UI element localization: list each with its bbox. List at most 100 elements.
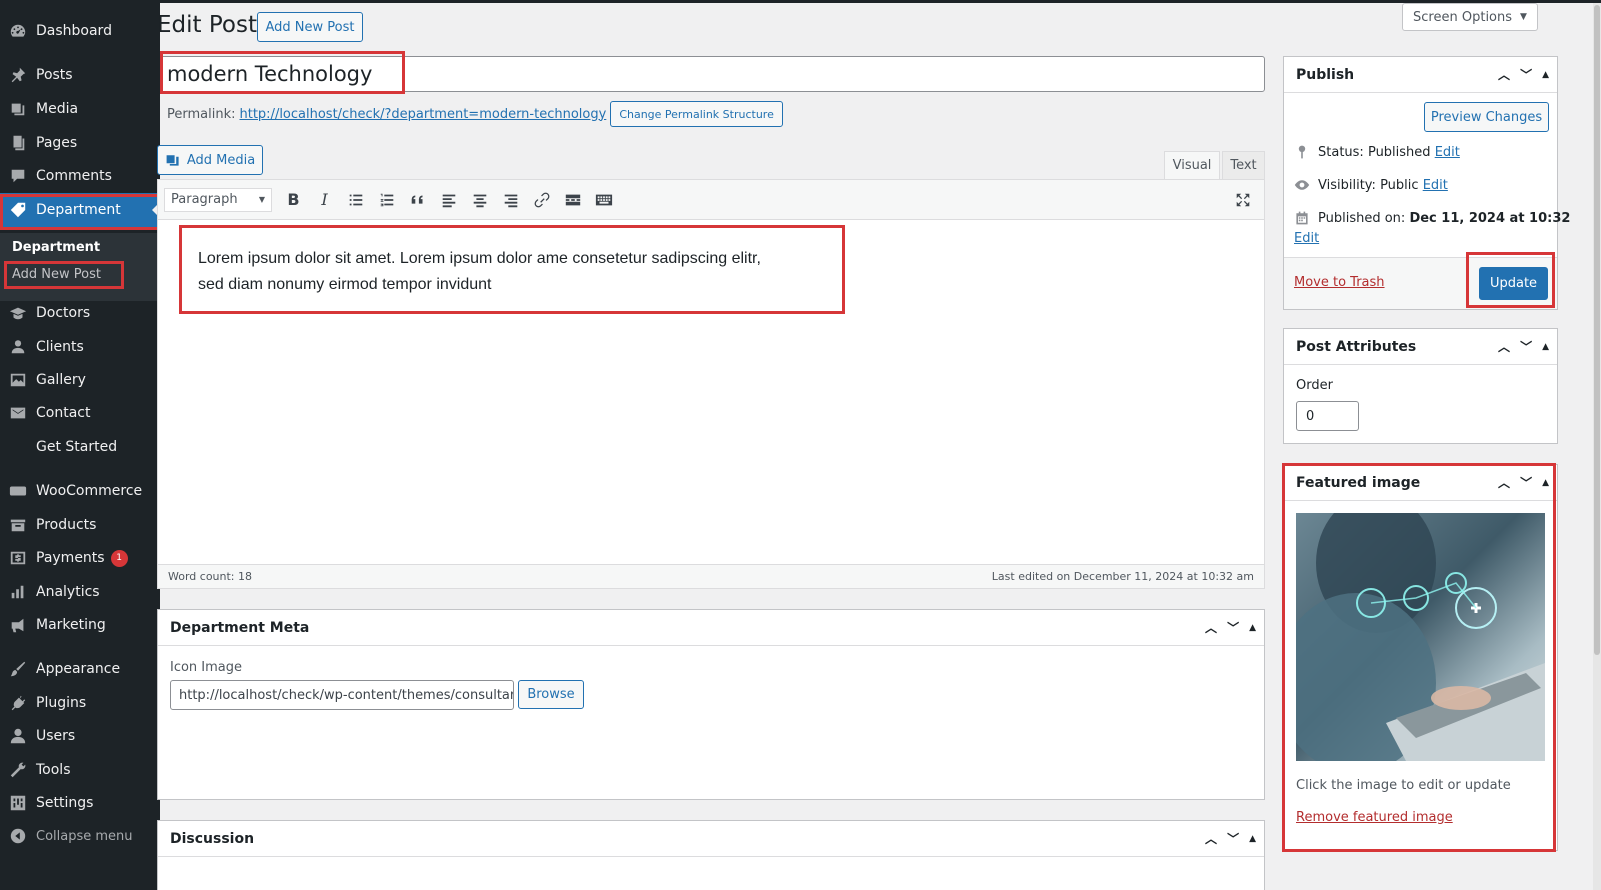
chevron-down-icon: ▼	[258, 195, 265, 204]
sidebar-item-gallery[interactable]: Gallery	[0, 363, 160, 397]
toggle-triangle-icon[interactable]: ▲	[1542, 70, 1549, 80]
align-left-icon[interactable]	[433, 186, 464, 214]
scrollbar-thumb[interactable]	[1594, 5, 1600, 655]
toggle-triangle-icon[interactable]: ▲	[1542, 342, 1549, 352]
caret-down-icon: ▼	[1520, 12, 1527, 22]
post-attributes-header[interactable]: Post Attributes ︿ ﹀ ▲	[1284, 329, 1557, 365]
plug-icon	[0, 694, 36, 712]
browse-button[interactable]: Browse	[518, 680, 584, 709]
sidebar-item-label: Marketing	[36, 617, 106, 633]
chevron-up-icon[interactable]: ︿	[1498, 341, 1510, 353]
sidebar-item-woocommerce[interactable]: WooCommerce	[0, 474, 160, 508]
sidebar-item-department[interactable]: Department	[0, 193, 160, 227]
collapse-icon	[0, 827, 36, 845]
sidebar-item-tools[interactable]: Tools	[0, 753, 160, 787]
publish-header[interactable]: Publish ︿ ﹀ ▲	[1284, 57, 1557, 93]
post-title-value: modern Technology	[167, 62, 373, 86]
add-media-button[interactable]: Add Media	[157, 145, 263, 175]
align-right-icon[interactable]	[495, 186, 526, 214]
submenu-item-add-new-post[interactable]: Add New Post	[12, 267, 101, 282]
editor-content[interactable]: Lorem ipsum dolor sit amet. Lorem ipsum …	[198, 246, 761, 298]
payments-count-badge: 1	[110, 549, 128, 567]
visibility-label: Visibility:	[1318, 177, 1376, 193]
visibility-value: Public	[1380, 177, 1419, 193]
format-select[interactable]: Paragraph ▼	[164, 187, 272, 212]
sidebar-item-media[interactable]: Media	[0, 92, 160, 126]
toggle-triangle-icon[interactable]: ▲	[1542, 478, 1549, 488]
sidebar-item-products[interactable]: Products	[0, 508, 160, 542]
tab-visual[interactable]: Visual	[1164, 151, 1220, 179]
chevron-up-icon[interactable]: ︿	[1498, 69, 1510, 81]
move-to-trash-link[interactable]: Move to Trash	[1294, 275, 1385, 290]
featured-image-header[interactable]: Featured image ︿ ﹀ ▲	[1284, 465, 1557, 501]
sidebar-item-payments[interactable]: Payments 1	[0, 541, 160, 575]
fullscreen-icon[interactable]	[1227, 186, 1258, 214]
sidebar-item-dashboard[interactable]: Dashboard	[0, 14, 160, 48]
toggle-triangle-icon[interactable]: ▲	[1249, 623, 1256, 633]
page-scrollbar[interactable]	[1593, 3, 1601, 890]
edit-status-link[interactable]: Edit	[1435, 145, 1460, 160]
add-new-post-button[interactable]: Add New Post	[257, 12, 363, 42]
media-icon	[0, 100, 36, 118]
chevron-down-icon[interactable]: ﹀	[1520, 477, 1532, 489]
status-row: Status: Published Edit	[1294, 144, 1460, 160]
bold-icon[interactable]: B	[278, 186, 309, 214]
remove-featured-image-link[interactable]: Remove featured image	[1296, 810, 1453, 825]
chevron-up-icon[interactable]: ︿	[1498, 477, 1510, 489]
blockquote-icon[interactable]	[402, 186, 433, 214]
change-permalink-button[interactable]: Change Permalink Structure	[610, 101, 783, 127]
link-icon[interactable]	[526, 186, 557, 214]
sidebar-item-analytics[interactable]: Analytics	[0, 575, 160, 609]
read-more-icon[interactable]	[557, 186, 588, 214]
chevron-down-icon[interactable]: ﹀	[1520, 341, 1532, 353]
sidebar-item-settings[interactable]: Settings	[0, 786, 160, 820]
sidebar-item-doctors[interactable]: Doctors	[0, 296, 160, 330]
sidebar-item-posts[interactable]: Posts	[0, 58, 160, 92]
tab-text[interactable]: Text	[1222, 151, 1265, 179]
featured-image-thumbnail[interactable]	[1296, 513, 1545, 761]
edit-visibility-link[interactable]: Edit	[1423, 178, 1448, 193]
add-media-label: Add Media	[186, 152, 256, 168]
align-center-icon[interactable]	[464, 186, 495, 214]
sidebar-item-comments[interactable]: Comments	[0, 159, 160, 193]
post-title-input[interactable]: modern Technology	[160, 56, 1265, 92]
numbered-list-icon[interactable]	[371, 186, 402, 214]
bullet-list-icon[interactable]	[340, 186, 371, 214]
screen-options-button[interactable]: Screen Options ▼	[1402, 3, 1538, 31]
edit-date-link[interactable]: Edit	[1294, 231, 1319, 246]
icon-image-value: http://localhost/check/wp-content/themes…	[179, 687, 514, 703]
permalink-row: Permalink: http://localhost/check/?depar…	[167, 101, 783, 127]
screen-options-label: Screen Options	[1413, 9, 1513, 25]
sidebar-item-label: Posts	[36, 67, 73, 83]
chevron-down-icon[interactable]: ﹀	[1227, 833, 1239, 845]
sidebar-item-users[interactable]: Users	[0, 719, 160, 753]
department-meta-header[interactable]: Department Meta ︿ ﹀ ▲	[158, 610, 1264, 646]
sidebar-item-get-started[interactable]: Get Started	[0, 430, 160, 464]
chevron-down-icon[interactable]: ﹀	[1227, 622, 1239, 634]
permalink-link[interactable]: http://localhost/check/?department=moder…	[240, 107, 607, 122]
sidebar-item-label: Dashboard	[36, 23, 112, 39]
sidebar-item-appearance[interactable]: Appearance	[0, 652, 160, 686]
sidebar-item-label: Department	[36, 202, 121, 218]
sidebar-item-plugins[interactable]: Plugins	[0, 686, 160, 720]
chevron-down-icon[interactable]: ﹀	[1520, 69, 1532, 81]
submenu-item-department[interactable]: Department	[12, 240, 100, 255]
sidebar-item-clients[interactable]: Clients	[0, 330, 160, 364]
italic-icon[interactable]: I	[309, 186, 340, 214]
preview-changes-button[interactable]: Preview Changes	[1424, 102, 1549, 132]
sidebar-item-pages[interactable]: Pages	[0, 126, 160, 160]
chevron-up-icon[interactable]: ︿	[1205, 833, 1217, 845]
collapse-menu-button[interactable]: Collapse menu	[0, 819, 160, 853]
sidebar-item-label: Media	[36, 101, 79, 117]
chevron-up-icon[interactable]: ︿	[1205, 622, 1217, 634]
page-title: Edit Post	[157, 12, 257, 38]
sidebar-item-label: Payments	[36, 550, 105, 566]
sidebar-item-contact[interactable]: Contact	[0, 396, 160, 430]
icon-image-input[interactable]: http://localhost/check/wp-content/themes…	[170, 680, 514, 710]
order-input[interactable]: 0	[1296, 401, 1359, 431]
toggle-triangle-icon[interactable]: ▲	[1249, 834, 1256, 844]
update-button[interactable]: Update	[1479, 267, 1548, 300]
sidebar-item-marketing[interactable]: Marketing	[0, 608, 160, 642]
discussion-header[interactable]: Discussion ︿ ﹀ ▲	[158, 821, 1264, 857]
toolbar-toggle-icon[interactable]	[588, 186, 619, 214]
